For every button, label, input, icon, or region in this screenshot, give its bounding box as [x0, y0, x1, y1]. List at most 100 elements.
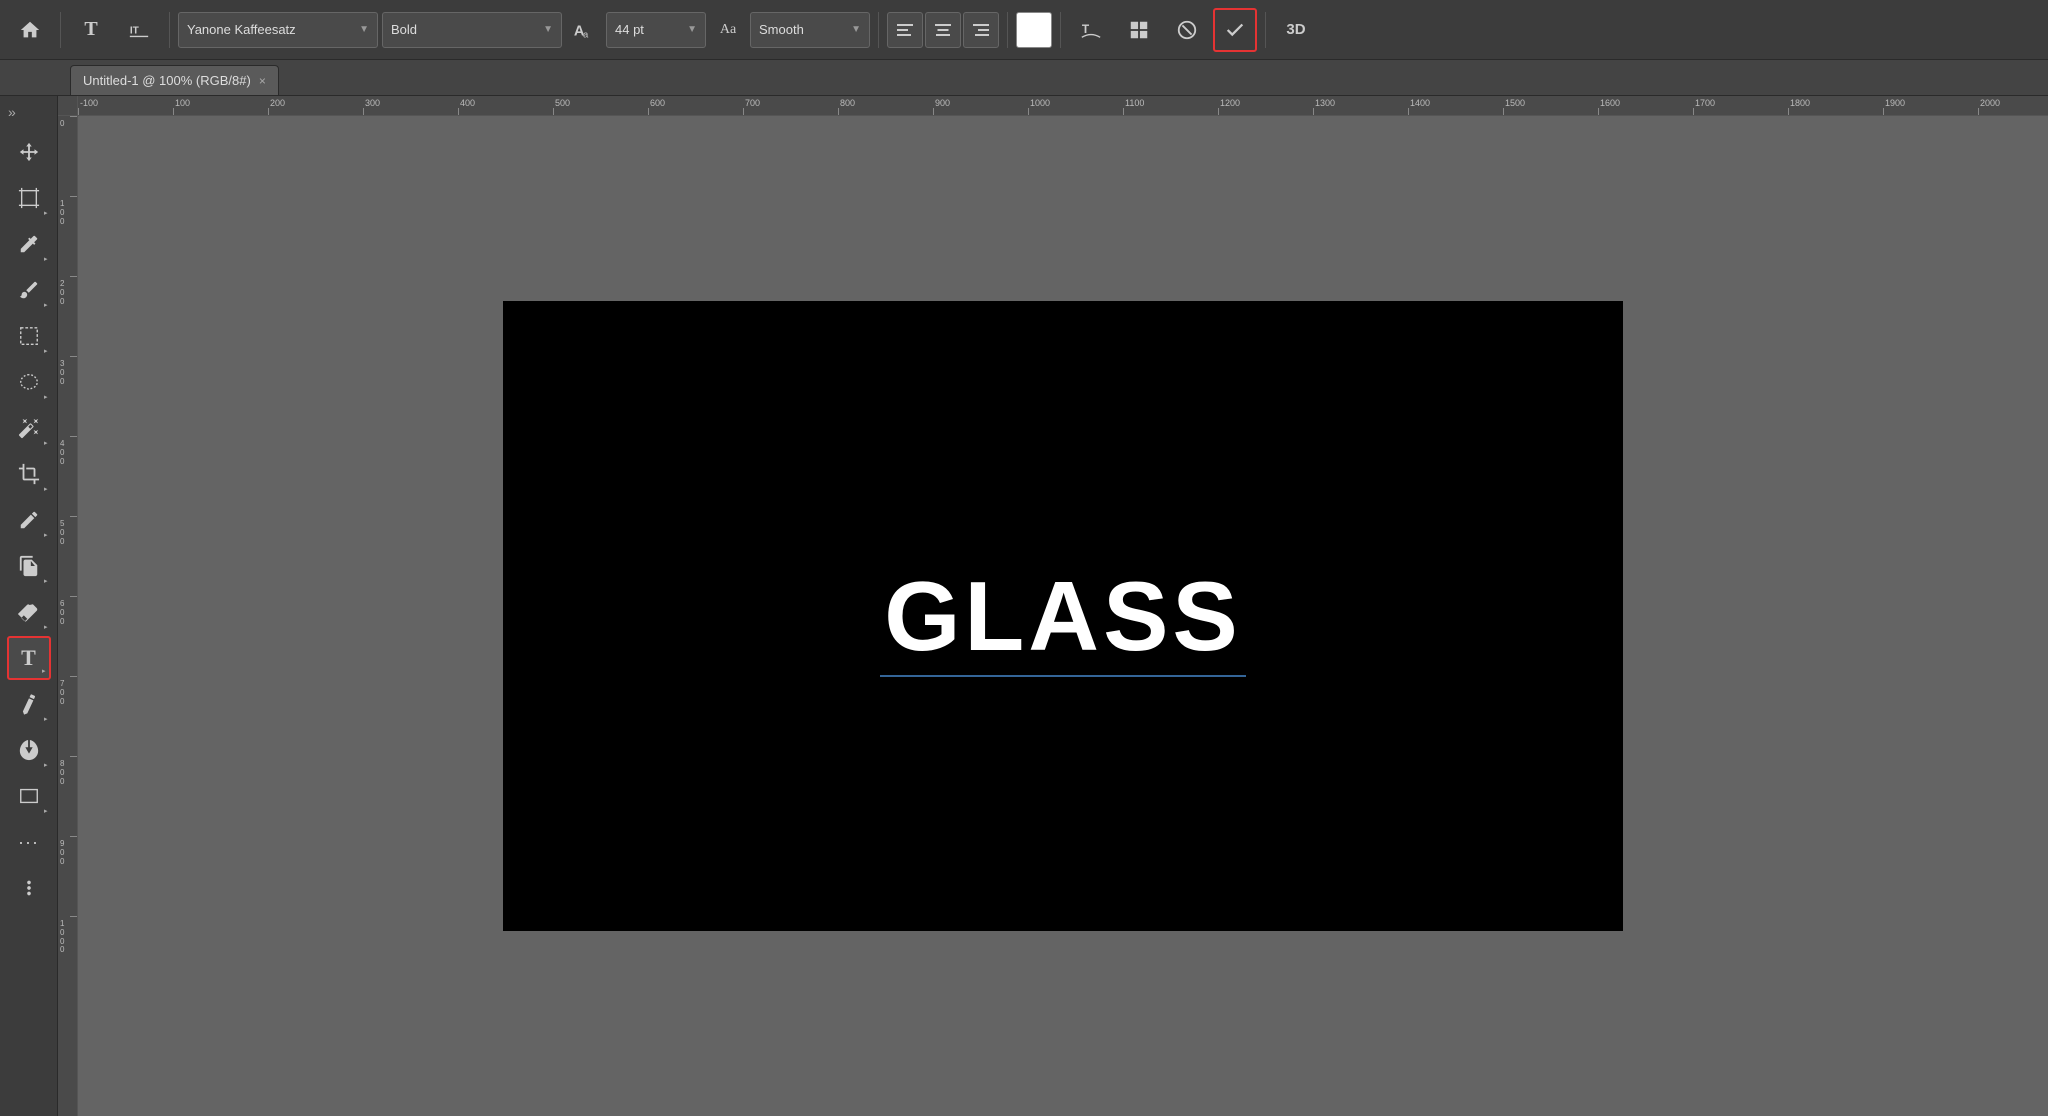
- ruler-h-label: 1100: [1125, 98, 1144, 108]
- ruler-h-label: 700: [745, 98, 760, 108]
- font-style-value: Bold: [391, 22, 417, 37]
- brush-tool-button[interactable]: ▸: [7, 268, 51, 312]
- tab-close-button[interactable]: ×: [259, 74, 266, 88]
- ruler-h-label: 1900: [1885, 98, 1905, 108]
- type-arrow: ▸: [42, 667, 46, 675]
- document-tab[interactable]: Untitled-1 @ 100% (RGB/8#) ×: [70, 65, 279, 95]
- rectangle-tool-button[interactable]: ▸: [7, 774, 51, 818]
- brush-arrow: ▸: [44, 301, 48, 309]
- artboard-tool-button[interactable]: ▸: [7, 176, 51, 220]
- pencil-tool-button[interactable]: ▸: [7, 498, 51, 542]
- svg-text:IT: IT: [130, 25, 140, 36]
- text-color-swatch[interactable]: [1016, 12, 1052, 48]
- anti-alias-chevron: ▼: [851, 24, 861, 35]
- svg-text:a: a: [583, 29, 589, 39]
- eraser-arrow: ▸: [44, 623, 48, 631]
- commit-button[interactable]: [1213, 8, 1257, 52]
- pen-tool-button[interactable]: ▸: [7, 682, 51, 726]
- ruler-v-label: 200: [60, 280, 64, 306]
- crop-arrow: ▸: [44, 485, 48, 493]
- rectangle-arrow: ▸: [44, 807, 48, 815]
- more-tools-button[interactable]: ···: [7, 820, 51, 864]
- ruler-h-label: 500: [555, 98, 570, 108]
- ruler-v-label: 1000: [60, 920, 64, 955]
- canvas-text-layer[interactable]: GLASS: [884, 560, 1242, 673]
- svg-text:T: T: [1082, 21, 1090, 35]
- marquee-arrow: ▸: [44, 347, 48, 355]
- move-tool-button[interactable]: [7, 130, 51, 174]
- ruler-v-tick: [70, 356, 78, 357]
- horizontal-ruler: -100100200300400500600700800900100011001…: [78, 96, 2048, 116]
- font-style-dropdown[interactable]: Bold ▼: [382, 12, 562, 48]
- content-row: 01002003004005006007008009001000 GLASS: [58, 116, 2048, 1116]
- ruler-v-tick: [70, 196, 78, 197]
- selection-arrow: ▸: [44, 761, 48, 769]
- ruler-row: -100100200300400500600700800900100011001…: [58, 96, 2048, 116]
- canvas-container[interactable]: GLASS: [78, 116, 2048, 1116]
- bottom-tool-button[interactable]: [7, 866, 51, 910]
- ruler-h-label: 2000: [1980, 98, 2000, 108]
- selection-tool-button[interactable]: ▸: [7, 728, 51, 772]
- ruler-h-tick: [1883, 108, 1884, 116]
- ruler-h-label: 1500: [1505, 98, 1525, 108]
- ruler-v-label: 300: [60, 360, 64, 386]
- more-dots-icon: ···: [18, 832, 39, 853]
- expand-panel-button[interactable]: »: [0, 100, 57, 124]
- ruler-h-label: -100: [80, 98, 98, 108]
- align-center-button[interactable]: [925, 12, 961, 48]
- ruler-v-tick: [70, 836, 78, 837]
- three-d-button[interactable]: 3D: [1274, 8, 1318, 52]
- three-d-label: 3D: [1286, 21, 1305, 38]
- ruler-v-tick: [70, 436, 78, 437]
- ruler-h-tick: [1693, 108, 1694, 116]
- eyedropper-arrow: ▸: [44, 255, 48, 263]
- separator-5: [1060, 12, 1061, 48]
- clone-tool-button[interactable]: ▸: [7, 544, 51, 588]
- separator-6: [1265, 12, 1266, 48]
- crop-tool-button[interactable]: ▸: [7, 452, 51, 496]
- ruler-h-label: 300: [365, 98, 380, 108]
- font-size-dropdown[interactable]: 44 pt ▼: [606, 12, 706, 48]
- ruler-v-tick: [70, 116, 78, 117]
- cancel-button[interactable]: [1165, 8, 1209, 52]
- text-tool-indicator[interactable]: T ▸: [69, 8, 113, 52]
- align-right-button[interactable]: [963, 12, 999, 48]
- ruler-corner: [58, 96, 78, 116]
- ruler-h-tick: [78, 108, 79, 116]
- separator-2: [169, 12, 170, 48]
- ruler-v-label: 500: [60, 520, 64, 546]
- font-size-chevron: ▼: [687, 24, 697, 35]
- ruler-v-tick: [70, 676, 78, 677]
- magic-wand-arrow: ▸: [44, 439, 48, 447]
- ruler-h-label: 1000: [1030, 98, 1050, 108]
- ruler-h-label: 1600: [1600, 98, 1620, 108]
- font-size-icon: A a: [566, 8, 602, 52]
- font-size-value: 44 pt: [615, 22, 644, 37]
- font-family-dropdown[interactable]: Yanone Kaffeesatz ▼: [178, 12, 378, 48]
- eraser-tool-button[interactable]: ▸: [7, 590, 51, 634]
- anti-alias-dropdown[interactable]: Smooth ▼: [750, 12, 870, 48]
- magic-wand-tool-button[interactable]: ▸: [7, 406, 51, 450]
- ruler-h-label: 800: [840, 98, 855, 108]
- marquee-tool-button[interactable]: ▸: [7, 314, 51, 358]
- align-left-button[interactable]: [887, 12, 923, 48]
- ruler-v-label: 800: [60, 760, 64, 786]
- toggle-panels-button[interactable]: [1117, 8, 1161, 52]
- separator-4: [1007, 12, 1008, 48]
- ruler-h-tick: [1503, 108, 1504, 116]
- ruler-h-label: 1800: [1790, 98, 1810, 108]
- lasso-tool-button[interactable]: ▸: [7, 360, 51, 404]
- eyedropper-tool-button[interactable]: ▸: [7, 222, 51, 266]
- tab-bar: Untitled-1 @ 100% (RGB/8#) ×: [0, 60, 2048, 96]
- type-tool-button[interactable]: T ▸: [7, 636, 51, 680]
- artboard-arrow: ▸: [44, 209, 48, 217]
- tab-title: Untitled-1 @ 100% (RGB/8#): [83, 73, 251, 88]
- ruler-h-label: 600: [650, 98, 665, 108]
- toggle-char-button[interactable]: IT ▸: [117, 8, 161, 52]
- ruler-v-label: 700: [60, 680, 64, 706]
- ruler-h-label: 1200: [1220, 98, 1240, 108]
- home-button[interactable]: [8, 8, 52, 52]
- ruler-h-tick: [268, 108, 269, 116]
- document-canvas[interactable]: GLASS: [503, 301, 1623, 931]
- warp-text-button[interactable]: T: [1069, 8, 1113, 52]
